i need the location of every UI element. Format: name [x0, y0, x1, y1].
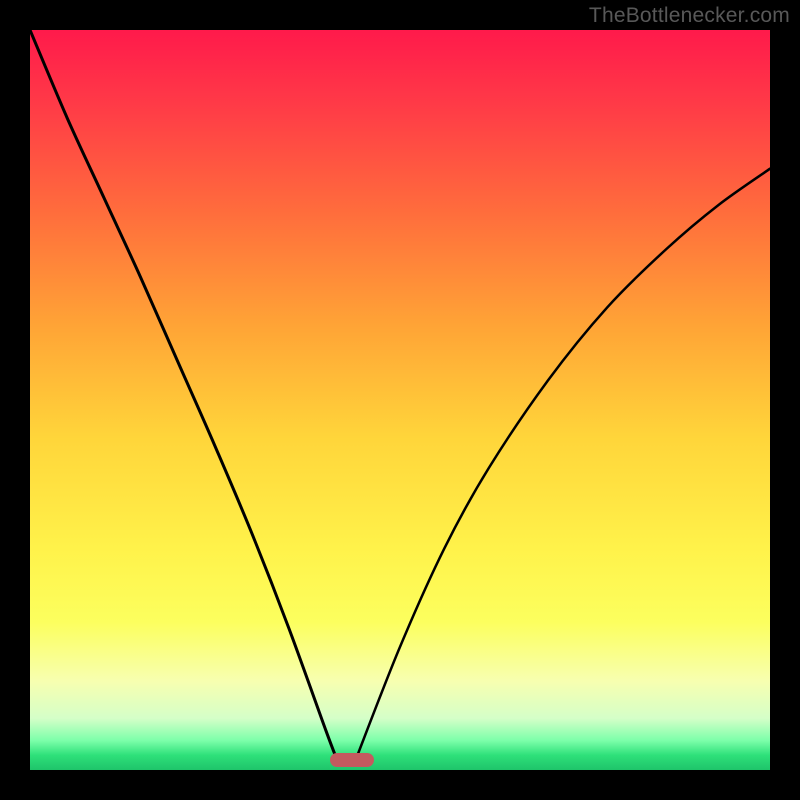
curves-layer	[30, 30, 770, 770]
plot-area	[30, 30, 770, 770]
curve-left-branch	[30, 30, 337, 760]
attribution-label: TheBottlenecker.com	[589, 4, 790, 28]
chart-frame: TheBottlenecker.com	[0, 0, 800, 800]
curve-right-branch	[356, 169, 770, 760]
optimal-range-marker	[330, 753, 374, 767]
